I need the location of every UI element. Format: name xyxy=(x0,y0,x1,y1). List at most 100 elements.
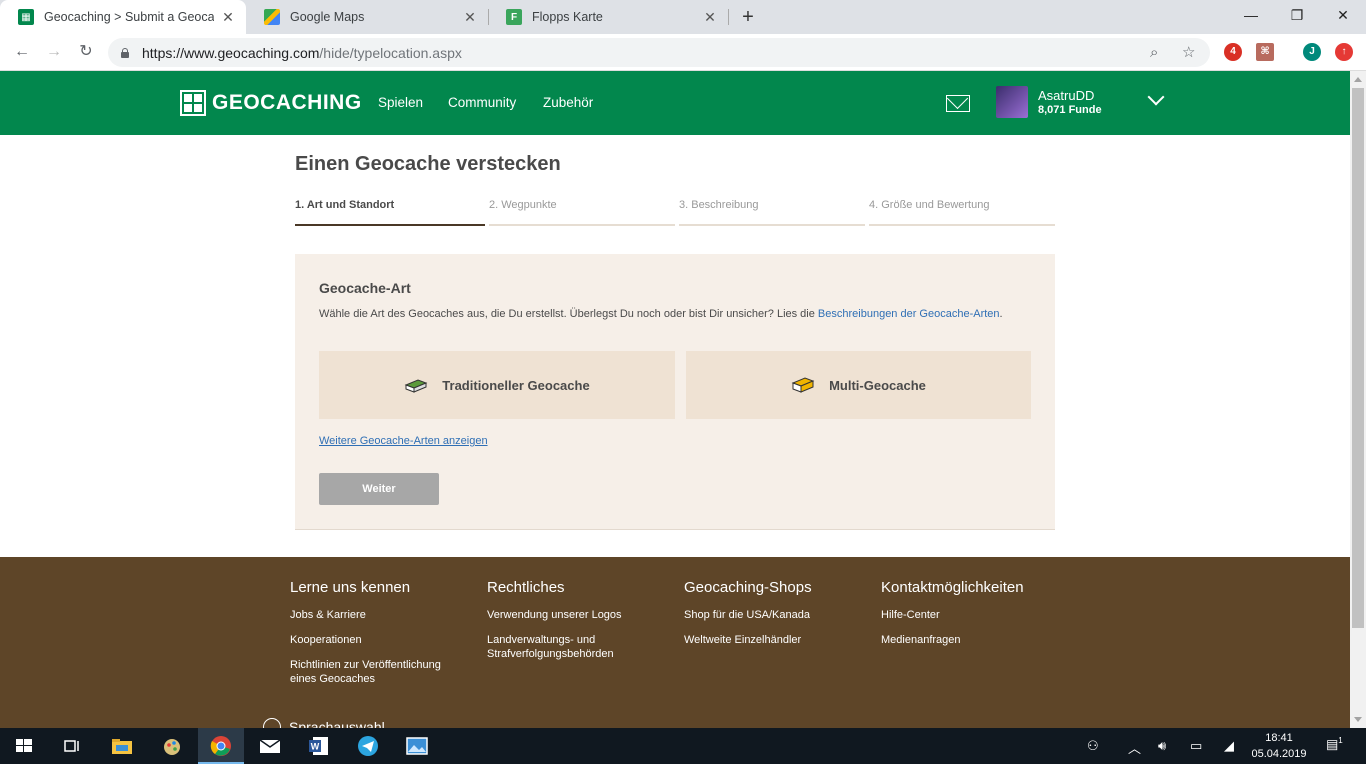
photos-app-icon[interactable] xyxy=(405,734,429,758)
tab-google-maps[interactable]: Google Maps ✕ xyxy=(246,0,488,34)
scroll-thumb[interactable] xyxy=(1352,88,1364,628)
people-icon[interactable]: ⚇ xyxy=(1087,738,1099,754)
type-descriptions-link[interactable]: Beschreibungen der Geocache-Arten xyxy=(818,308,1000,320)
multi-cache-icon xyxy=(791,377,815,393)
tab-title: Flopps Karte xyxy=(532,10,603,24)
telegram-icon[interactable] xyxy=(356,734,380,758)
back-arrow-icon[interactable]: ← xyxy=(10,40,34,64)
svg-text:W: W xyxy=(311,742,320,752)
tab-title: Geocaching > Submit a Geocache xyxy=(44,10,214,24)
scroll-down-icon[interactable] xyxy=(1354,717,1362,722)
nav-zubehoer[interactable]: Zubehör xyxy=(543,95,593,110)
lock-icon xyxy=(120,47,130,58)
close-window-icon[interactable]: ✕ xyxy=(1320,0,1366,30)
file-explorer-icon[interactable] xyxy=(110,734,134,758)
footer-link-jobs[interactable]: Jobs & Karriere xyxy=(290,608,470,622)
tab-title: Google Maps xyxy=(290,10,365,24)
notification-icon[interactable]: ▤1 xyxy=(1326,736,1343,752)
nav-community[interactable]: Community xyxy=(448,95,516,110)
footer-link-kooperationen[interactable]: Kooperationen xyxy=(290,633,470,647)
volume-icon[interactable]: 🔊︎ xyxy=(1158,738,1166,754)
flopps-favicon-icon: F xyxy=(506,9,522,25)
footer-link-behoerden[interactable]: Landverwaltungs- und Strafverfolgungsbeh… xyxy=(487,633,667,661)
minimize-icon[interactable]: — xyxy=(1228,0,1274,30)
geocaching-favicon-icon: ▦ xyxy=(18,9,34,25)
continue-button[interactable]: Weiter xyxy=(319,473,439,505)
footer-heading: Kontaktmöglichkeiten xyxy=(881,579,1024,596)
avatar[interactable] xyxy=(996,86,1028,118)
chrome-icon[interactable] xyxy=(209,734,233,758)
main-content: Einen Geocache verstecken 1. Art und Sta… xyxy=(0,135,1350,557)
traditional-geocache-card[interactable]: Traditioneller Geocache xyxy=(319,351,675,419)
username[interactable]: AsatruDD xyxy=(1038,88,1094,103)
profile-avatar[interactable]: J xyxy=(1303,43,1321,61)
footer-link-logos[interactable]: Verwendung unserer Logos xyxy=(487,608,667,622)
wifi-icon[interactable]: ◢ xyxy=(1224,738,1234,754)
footer-column-about: Lerne uns kennen Jobs & Karriere Koopera… xyxy=(290,579,470,697)
footer-link-shop-usa[interactable]: Shop für die USA/Kanada xyxy=(684,608,864,622)
nav-spielen[interactable]: Spielen xyxy=(378,95,423,110)
google-maps-favicon-icon xyxy=(264,9,280,25)
step-beschreibung: 3. Beschreibung xyxy=(679,199,865,226)
windows-taskbar: W ⚇ ︿ 🔊︎ ▭ ◢ 18:41 05.04.2019 ▤1 xyxy=(0,728,1366,764)
finds-count: 8,071 Funde xyxy=(1038,104,1102,116)
page-title: Einen Geocache verstecken xyxy=(295,153,561,175)
update-icon[interactable]: ↑ xyxy=(1335,43,1353,61)
clock-date[interactable]: 05.04.2019 xyxy=(1246,748,1312,760)
word-icon[interactable]: W xyxy=(307,734,331,758)
geocaching-logo[interactable]: GEOCACHING xyxy=(180,90,362,116)
geocache-type-panel: Geocache-Art Wähle die Art des Geocaches… xyxy=(295,254,1055,530)
footer-link-richtlinien[interactable]: Richtlinien zur Veröffentlichung eines G… xyxy=(290,658,470,686)
pdf-extension-icon[interactable]: ⌘ xyxy=(1256,43,1274,61)
chevron-up-icon[interactable]: ︿ xyxy=(1128,738,1141,757)
zoom-icon[interactable]: ⌕ xyxy=(1150,38,1158,67)
page-scrollbar[interactable] xyxy=(1350,71,1366,728)
windows-start-icon[interactable] xyxy=(12,734,36,758)
close-tab-icon[interactable]: ✕ xyxy=(220,9,236,26)
task-view-icon[interactable] xyxy=(60,734,84,758)
footer-link-hilfe[interactable]: Hilfe-Center xyxy=(881,608,1061,622)
footer-heading: Geocaching-Shops xyxy=(684,579,812,596)
site-header: GEOCACHING Spielen Community Zubehör Asa… xyxy=(0,71,1350,135)
multi-geocache-card[interactable]: Multi-Geocache xyxy=(686,351,1031,419)
close-tab-icon[interactable]: ✕ xyxy=(462,9,478,26)
address-bar[interactable]: https://www.geocaching.com/hide/typeloca… xyxy=(108,38,1210,67)
footer-column-shops: Geocaching-Shops Shop für die USA/Kanada… xyxy=(684,579,864,658)
forward-arrow-icon[interactable]: → xyxy=(42,40,66,64)
step-art-und-standort: 1. Art und Standort xyxy=(295,199,485,226)
clock-time[interactable]: 18:41 xyxy=(1246,732,1312,744)
close-tab-icon[interactable]: ✕ xyxy=(702,9,718,26)
type-label: Multi-Geocache xyxy=(829,377,926,393)
mail-icon[interactable] xyxy=(946,95,970,112)
tab-flopps-karte[interactable]: F Flopps Karte ✕ xyxy=(488,0,728,34)
browser-toolbar: ← → ↻ https://www.geocaching.com/hide/ty… xyxy=(0,34,1366,71)
battery-icon[interactable]: ▭ xyxy=(1190,738,1202,754)
paint-app-icon[interactable] xyxy=(160,734,184,758)
scroll-up-icon[interactable] xyxy=(1354,77,1362,82)
footer-column-legal: Rechtliches Verwendung unserer Logos Lan… xyxy=(487,579,667,672)
section-description: Wähle die Art des Geocaches aus, die Du … xyxy=(319,308,1003,320)
footer-heading: Lerne uns kennen xyxy=(290,579,411,596)
footer-heading: Rechtliches xyxy=(487,579,565,596)
logo-icon xyxy=(180,90,206,116)
bookmark-star-icon[interactable]: ☆ xyxy=(1182,38,1195,67)
section-heading: Geocache-Art xyxy=(319,280,411,296)
footer-link-haendler[interactable]: Weltweite Einzelhändler xyxy=(684,633,864,647)
url-text: https://www.geocaching.com/hide/typeloca… xyxy=(142,44,462,61)
restore-icon[interactable]: ❐ xyxy=(1274,0,1320,30)
type-label: Traditioneller Geocache xyxy=(442,377,590,393)
chevron-down-icon[interactable] xyxy=(1147,88,1165,106)
more-cache-types-link[interactable]: Weitere Geocache-Arten anzeigen xyxy=(319,435,488,447)
footer-link-medien[interactable]: Medienanfragen xyxy=(881,633,1061,647)
browser-tab-strip: ▦ Geocaching > Submit a Geocache ✕ Googl… xyxy=(0,0,1366,34)
new-tab-button[interactable]: + xyxy=(737,4,759,30)
step-groesse-bewertung: 4. Größe und Bewertung xyxy=(869,199,1055,226)
extension-red-icon[interactable]: 4 xyxy=(1224,43,1242,61)
footer-column-contact: Kontaktmöglichkeiten Hilfe-Center Medien… xyxy=(881,579,1061,658)
mail-app-icon[interactable] xyxy=(258,734,282,758)
reload-icon[interactable]: ↻ xyxy=(74,40,98,64)
tab-geocaching[interactable]: ▦ Geocaching > Submit a Geocache ✕ xyxy=(0,0,246,34)
tab-separator xyxy=(728,9,729,25)
traditional-cache-icon xyxy=(404,377,428,393)
step-wegpunkte: 2. Wegpunkte xyxy=(489,199,675,226)
